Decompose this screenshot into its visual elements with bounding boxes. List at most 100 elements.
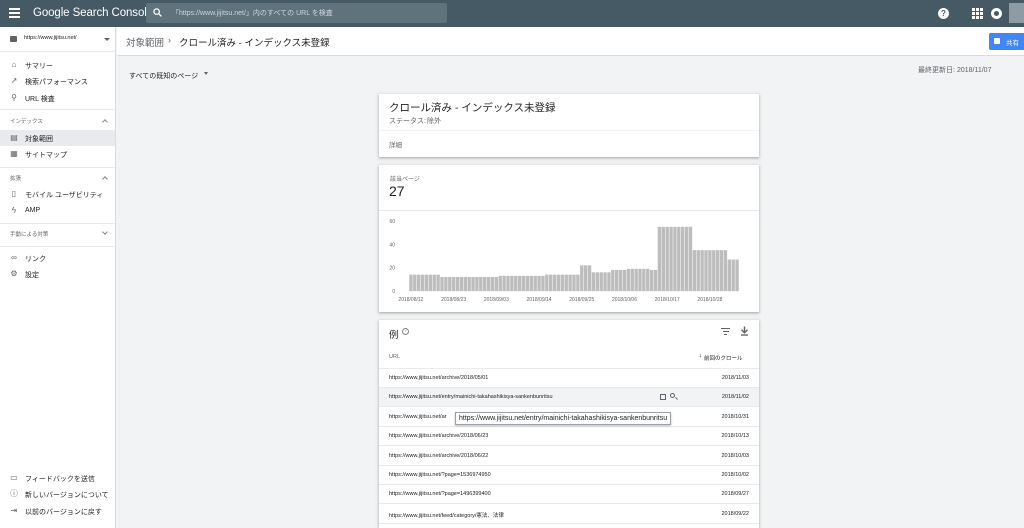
chart-bar[interactable] (696, 250, 700, 291)
avatar[interactable] (1009, 3, 1024, 23)
chart-bar[interactable] (634, 268, 638, 291)
chart-bar[interactable] (463, 277, 467, 291)
chart-bar[interactable] (514, 275, 518, 291)
sidebar-item-whats-new[interactable]: ⓘ 新しいバージョンについて (0, 486, 115, 502)
chart-bar[interactable] (684, 226, 689, 291)
section-enhancements[interactable]: 拡張 (0, 171, 115, 185)
sidebar-item-coverage[interactable]: ▤ 対象範囲 (0, 130, 115, 146)
chart-bar[interactable] (483, 277, 487, 291)
chart-bar[interactable] (428, 274, 433, 291)
chart-bar[interactable] (444, 277, 448, 291)
chart-bar[interactable] (587, 265, 592, 291)
search-input[interactable] (172, 5, 442, 21)
chart-bar[interactable] (657, 226, 662, 291)
chart-bar[interactable] (700, 250, 704, 291)
chart-bar[interactable] (653, 270, 658, 291)
sidebar-item-performance[interactable]: ↗ 検索パフォーマンス (0, 73, 115, 89)
inspect-url-icon[interactable] (670, 393, 675, 398)
chart-bar[interactable] (417, 274, 421, 291)
chart-bar[interactable] (451, 277, 456, 291)
chart-bar[interactable] (615, 270, 619, 291)
chart-bar[interactable] (517, 275, 522, 291)
chart-bar[interactable] (719, 250, 724, 291)
chart-bar[interactable] (677, 226, 681, 291)
open-in-new-icon[interactable] (660, 394, 666, 400)
help-circle-icon[interactable]: ? (402, 328, 409, 335)
chart-bar[interactable] (622, 270, 627, 291)
chart-bar[interactable] (618, 270, 623, 291)
menu-icon[interactable] (9, 8, 20, 18)
chart-bar[interactable] (595, 272, 599, 291)
breadcrumb-coverage[interactable]: 対象範囲 (126, 35, 164, 49)
sidebar-item-settings[interactable]: ⚙ 設定 (0, 266, 115, 282)
chart-bar[interactable] (723, 250, 728, 291)
chart-bar[interactable] (607, 272, 611, 291)
chart-bar[interactable] (626, 268, 631, 291)
chart-bar[interactable] (502, 275, 506, 291)
table-row[interactable]: https://www.jijitsu.net/archive/2018/05/… (379, 369, 759, 388)
chart-bar[interactable] (568, 274, 572, 291)
chart-bar[interactable] (413, 274, 417, 291)
chart-bar[interactable] (475, 277, 479, 291)
sidebar-item-amp[interactable]: ϟ AMP (0, 203, 115, 219)
chart-bar[interactable] (510, 275, 514, 291)
chart-bar[interactable] (459, 277, 464, 291)
chart-bar[interactable] (630, 268, 634, 291)
chart-bar[interactable] (424, 274, 429, 291)
property-selector[interactable]: https://www.jijitsu.net/ (0, 27, 115, 52)
chart-bar[interactable] (537, 275, 541, 291)
chart-bar[interactable] (525, 275, 530, 291)
download-icon[interactable] (740, 326, 749, 336)
chart-bar[interactable] (583, 265, 588, 291)
chart-bar[interactable] (599, 272, 603, 291)
section-index[interactable]: インデックス (0, 114, 115, 128)
chart-bar[interactable] (591, 272, 596, 291)
sidebar-item-summary[interactable]: ⌂ サマリー (0, 57, 115, 73)
chart-bar[interactable] (467, 277, 471, 291)
chart-bar[interactable] (576, 274, 580, 291)
chart-bar[interactable] (638, 268, 642, 291)
chart-bar[interactable] (611, 270, 615, 291)
chart-bar[interactable] (564, 274, 568, 291)
app-logo[interactable]: Google Search Console (33, 7, 153, 19)
table-row[interactable]: https://www.jijitsu.net/archive/2018/06/… (379, 447, 759, 466)
sidebar-item-feedback[interactable]: ▭ フィードバックを送信 (0, 470, 115, 486)
chart-bar[interactable] (494, 277, 499, 291)
chart-bar[interactable] (572, 274, 576, 291)
sidebar-item-sitemaps[interactable]: ▦ サイトマップ (0, 146, 115, 162)
chart-bar[interactable] (731, 259, 735, 292)
chart-bar[interactable] (498, 275, 502, 291)
filter-list-icon[interactable] (721, 328, 730, 336)
chart-bar[interactable] (552, 274, 557, 291)
chart-bar[interactable] (603, 272, 607, 291)
sidebar-item-links[interactable]: ∞ リンク (0, 250, 115, 266)
chart-bar[interactable] (479, 277, 483, 291)
chart-bar[interactable] (681, 226, 685, 291)
chart-bar[interactable] (688, 226, 693, 291)
chart-bar[interactable] (715, 250, 720, 291)
chart-bar[interactable] (455, 277, 460, 291)
table-row[interactable]: https://www.jijitsu.net/entry/mainichi-t… (379, 388, 759, 407)
table-row[interactable]: https://www.jijitsu.net/feed/category/憲法… (379, 505, 759, 524)
sidebar-item-mobile-usability[interactable]: ▯ モバイル ユーザビリティ (0, 186, 115, 202)
chart-bar[interactable] (556, 274, 561, 291)
chart-bar[interactable] (708, 250, 712, 291)
help-icon[interactable]: ? (938, 8, 949, 19)
chart-bar[interactable] (580, 265, 584, 291)
table-row[interactable]: https://www.jijitsu.net/archive/2018/06/… (379, 427, 759, 446)
chart-bar[interactable] (529, 275, 533, 291)
chart-bar[interactable] (727, 259, 731, 292)
chart-bar[interactable] (448, 277, 452, 291)
section-manual-actions[interactable]: 手動による対策 (0, 227, 115, 241)
chart-bar[interactable] (432, 274, 436, 291)
column-last-crawled[interactable]: 前回のクロール (704, 354, 743, 362)
chart-bar[interactable] (420, 274, 425, 291)
chart-bar[interactable] (692, 250, 697, 291)
chart-bar[interactable] (486, 277, 491, 291)
sidebar-item-old-version[interactable]: ⇥ 以前のバージョンに戻す (0, 503, 115, 519)
chart-bar[interactable] (560, 274, 565, 291)
chart-bar[interactable] (471, 277, 475, 291)
apps-grid-icon[interactable] (972, 8, 983, 19)
page-filter-dropdown[interactable]: すべての既知のページ (129, 65, 209, 83)
chart-bar[interactable] (735, 259, 739, 292)
